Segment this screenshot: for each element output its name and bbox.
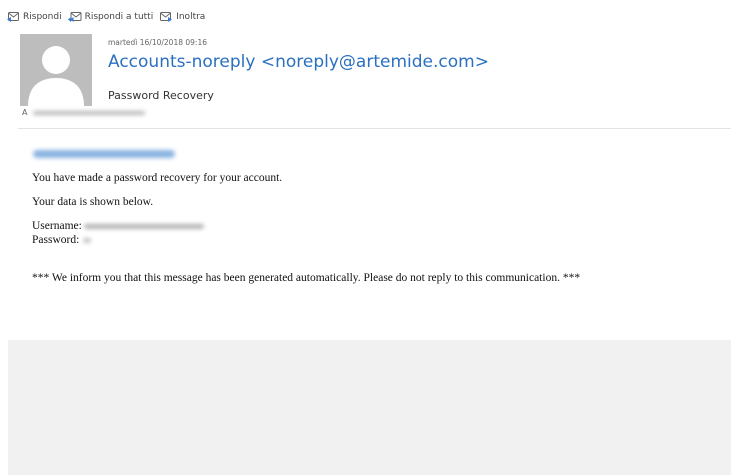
sender-avatar bbox=[20, 34, 92, 106]
redacted-recipient bbox=[33, 110, 146, 115]
reply-icon bbox=[7, 12, 19, 22]
message-subject: Password Recovery bbox=[108, 89, 214, 102]
auto-message-note: *** We inform you that this message has … bbox=[32, 272, 581, 284]
header-divider bbox=[18, 128, 731, 129]
forward-button[interactable]: Inoltra bbox=[159, 11, 205, 23]
forward-label: Inoltra bbox=[176, 12, 206, 22]
password-label: Password: bbox=[32, 234, 80, 246]
reply-label: Rispondi bbox=[23, 12, 62, 22]
user-silhouette-icon bbox=[20, 34, 92, 106]
username-line: Username: bbox=[32, 219, 727, 233]
body-line-data: Your data is shown below. bbox=[32, 196, 154, 208]
message-body: You have made a password recovery for yo… bbox=[32, 150, 727, 285]
redacted-username bbox=[83, 223, 204, 229]
username-label: Username: bbox=[32, 220, 82, 232]
email-reading-pane: Rispondi Rispondi a tutti Inoltra marted… bbox=[0, 0, 731, 475]
message-toolbar: Rispondi Rispondi a tutti Inoltra bbox=[6, 9, 205, 25]
reading-pane-empty-area bbox=[8, 340, 731, 475]
reply-all-button[interactable]: Rispondi a tutti bbox=[67, 11, 154, 23]
reply-all-icon bbox=[67, 12, 82, 22]
reply-all-label: Rispondi a tutti bbox=[84, 12, 154, 22]
redacted-password bbox=[83, 237, 92, 243]
reply-button[interactable]: Rispondi bbox=[6, 11, 62, 23]
message-date: martedì 16/10/2018 09:16 bbox=[108, 38, 207, 47]
sender-address[interactable]: Accounts-noreply <noreply@artemide.com> bbox=[108, 52, 489, 72]
forward-icon bbox=[160, 12, 173, 22]
password-line: Password: bbox=[32, 233, 727, 247]
to-label: A bbox=[22, 108, 28, 117]
body-line-recovery: You have made a password recovery for yo… bbox=[32, 172, 283, 184]
recipient-row: A bbox=[22, 108, 146, 117]
redacted-greeting bbox=[33, 150, 175, 158]
